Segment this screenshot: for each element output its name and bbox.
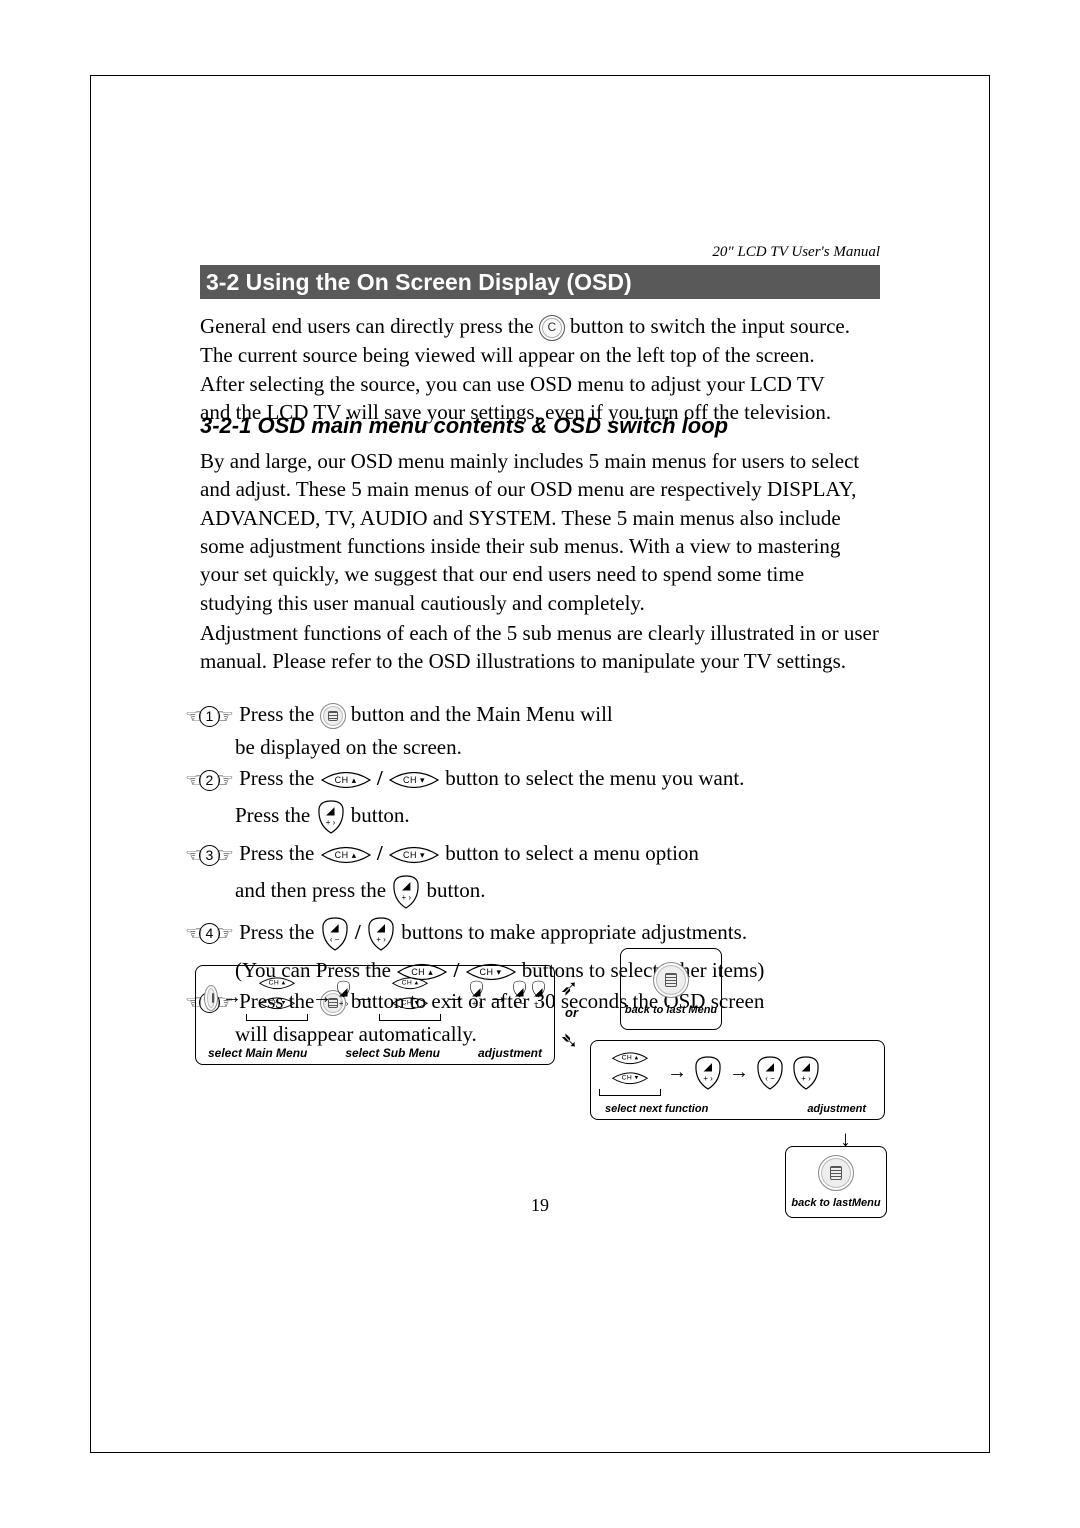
text: button. xyxy=(351,803,410,827)
select-next-box: CH ▴ CH ▾ → ◢+ › → ◢‹ − xyxy=(590,1040,885,1120)
vol-up-button-icon: ◢+ › xyxy=(531,980,546,1016)
text: Press the xyxy=(239,766,314,790)
step-3: ☜3☞ Press the CH ▴ / CH ▾ button to sele… xyxy=(185,841,885,910)
ch-down-button-icon: CH ▾ xyxy=(611,1070,648,1085)
body-paragraph-2: Adjustment functions of each of the 5 su… xyxy=(200,619,880,676)
text: and then press the xyxy=(235,877,386,901)
step-bullet-4: ☜4☞ xyxy=(185,921,234,946)
flow-arrow-up-icon: ➶ xyxy=(560,975,578,1001)
slash: / xyxy=(377,841,383,865)
flow-arrow-down-icon: ➶ xyxy=(560,1028,578,1054)
subsection-heading: 3-2-1 OSD main menu contents & OSD switc… xyxy=(200,413,880,439)
ch-up-button-icon: CH ▴ xyxy=(320,769,372,791)
source-button-icon xyxy=(539,315,565,341)
vol-up-button-icon: ◢+ › xyxy=(391,874,421,910)
text: button. xyxy=(427,877,486,901)
step-bullet-1: ☜ 1 ☞ xyxy=(185,704,234,729)
vol-down-button-icon: ◢‹ − xyxy=(755,1055,785,1091)
page-number: 19 xyxy=(0,1195,1080,1216)
vol-down-button-icon: ◢‹ − xyxy=(512,980,527,1016)
arrow-right-icon: → xyxy=(355,986,375,1009)
vol-up-button-icon: ◢+ › xyxy=(693,1055,723,1091)
text: Press the xyxy=(235,803,310,827)
running-header: 20" LCD TV User's Manual xyxy=(200,244,880,261)
text: button to select the menu you want. xyxy=(445,766,744,790)
arrow-right-icon: → xyxy=(312,986,332,1009)
text: General end users can directly press the xyxy=(200,314,534,338)
text: After selecting the source, you can use … xyxy=(200,372,825,396)
menu-button-icon xyxy=(204,985,218,1011)
step-bullet-3: ☜3☞ xyxy=(185,843,234,868)
ch-up-button-icon: CH ▴ xyxy=(258,975,295,990)
label-adjustment: adjustment xyxy=(807,1103,866,1115)
arrow-right-icon: → xyxy=(667,1061,687,1084)
vol-up-button-icon: ◢+ › xyxy=(791,1055,821,1091)
step-bullet-2: ☜2☞ xyxy=(185,768,234,793)
label-back-last: back to last Menu xyxy=(625,1004,717,1016)
ch-down-button-icon: CH ▾ xyxy=(388,769,440,791)
arrow-right-icon: → xyxy=(488,986,508,1009)
back-to-last-box: back to last Menu xyxy=(620,948,722,1030)
ch-up-button-icon: CH ▴ xyxy=(320,844,372,866)
step-2: ☜2☞ Press the CH ▴ / CH ▾ button to sele… xyxy=(185,766,885,835)
vol-up-button-icon: ◢+ › xyxy=(469,980,484,1016)
ch-down-button-icon: CH ▾ xyxy=(258,995,295,1010)
vol-up-button-icon: ◢+ › xyxy=(336,980,351,1016)
label-or: or xyxy=(565,1005,578,1020)
arrow-right-icon: → xyxy=(729,1061,749,1084)
menu-button-icon xyxy=(818,1155,854,1191)
vol-down-button-icon: ◢‹ − xyxy=(320,916,350,952)
step-1: ☜ 1 ☞ Press the button and the Main Menu… xyxy=(185,702,885,760)
text: Press the xyxy=(239,841,314,865)
hand-head-icon: ☞ xyxy=(216,704,234,729)
text: buttons to make appropriate adjustments. xyxy=(401,919,747,943)
label-select-next: select next function xyxy=(605,1103,708,1115)
text: button to select a menu option xyxy=(445,841,699,865)
text: button and the Main Menu will xyxy=(351,702,613,726)
text: button to switch the input source. xyxy=(570,314,850,338)
label-select-main: select Main Menu xyxy=(208,1046,307,1060)
osd-flow-diagram-alt: back to last Menu CH ▴ CH ▾ → xyxy=(590,948,885,1178)
vol-up-button-icon: ◢+ › xyxy=(366,916,396,952)
page: 20" LCD TV User's Manual 3-2 Using the O… xyxy=(0,0,1080,1528)
arrow-right-icon: → xyxy=(222,986,242,1009)
body-paragraph-1: By and large, our OSD menu mainly includ… xyxy=(200,447,880,617)
arrow-right-icon: → xyxy=(445,986,465,1009)
section-heading-bar: 3-2 Using the On Screen Display (OSD) xyxy=(200,265,880,299)
menu-button-icon xyxy=(653,962,689,998)
label-adjustment: adjustment xyxy=(478,1046,542,1060)
text: Press the xyxy=(239,919,314,943)
ch-down-button-icon: CH ▾ xyxy=(391,995,428,1010)
ch-down-button-icon: CH ▾ xyxy=(388,844,440,866)
osd-flow-diagram-main: → CH ▴ CH ▾ → ◢+ › → xyxy=(195,965,555,1065)
menu-button-icon xyxy=(320,703,346,729)
label-select-sub: select Sub Menu xyxy=(345,1046,440,1060)
vol-up-button-icon: ◢+ › xyxy=(316,799,346,835)
ch-up-button-icon: CH ▴ xyxy=(611,1050,648,1065)
slash: / xyxy=(377,766,383,790)
text: Press the xyxy=(239,702,314,726)
ch-up-button-icon: CH ▴ xyxy=(391,975,428,990)
slash: / xyxy=(355,919,361,943)
intro-paragraph: General end users can directly press the… xyxy=(200,312,880,426)
text: be displayed on the screen. xyxy=(185,735,885,760)
text: The current source being viewed will app… xyxy=(200,343,815,367)
